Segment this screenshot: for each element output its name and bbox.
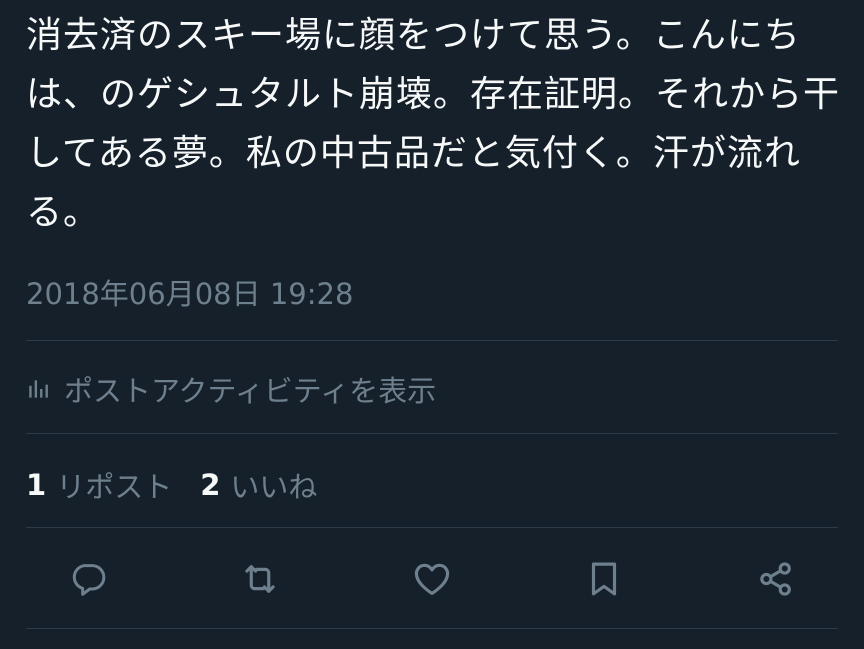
view-post-activity-link[interactable]: ポストアクティビティを表示 bbox=[26, 366, 436, 412]
reposts-count: 1 bbox=[26, 468, 47, 502]
share-icon bbox=[755, 558, 797, 600]
tweet-text: 消去済のスキー場に顔をつけて思う。こんにちは、のゲシュタルト崩壊。存在証明。それ… bbox=[26, 15, 841, 233]
heart-icon bbox=[411, 558, 453, 600]
bar-chart-icon bbox=[26, 376, 52, 402]
repost-icon bbox=[239, 558, 281, 600]
reply-button[interactable] bbox=[66, 557, 110, 601]
likes-stat[interactable]: 2 いいね bbox=[200, 464, 317, 506]
reposts-stat[interactable]: 1 リポスト bbox=[26, 464, 172, 506]
reposts-label: リポスト bbox=[56, 470, 173, 504]
likes-count: 2 bbox=[200, 468, 221, 502]
repost-button[interactable] bbox=[238, 557, 282, 601]
bookmark-icon bbox=[583, 558, 625, 600]
divider bbox=[26, 340, 838, 341]
likes-label: いいね bbox=[230, 470, 318, 504]
bookmark-button[interactable] bbox=[582, 557, 626, 601]
reply-icon bbox=[68, 559, 108, 599]
divider bbox=[26, 628, 838, 629]
tweet-timestamp[interactable]: 2018年06月08日 19:28 bbox=[26, 274, 353, 314]
divider bbox=[26, 527, 838, 528]
divider bbox=[26, 433, 838, 434]
activity-label: ポストアクティビティを表示 bbox=[64, 374, 437, 408]
like-button[interactable] bbox=[410, 557, 454, 601]
share-button[interactable] bbox=[754, 557, 798, 601]
engagement-stats: 1 リポスト 2 いいね bbox=[26, 462, 317, 508]
